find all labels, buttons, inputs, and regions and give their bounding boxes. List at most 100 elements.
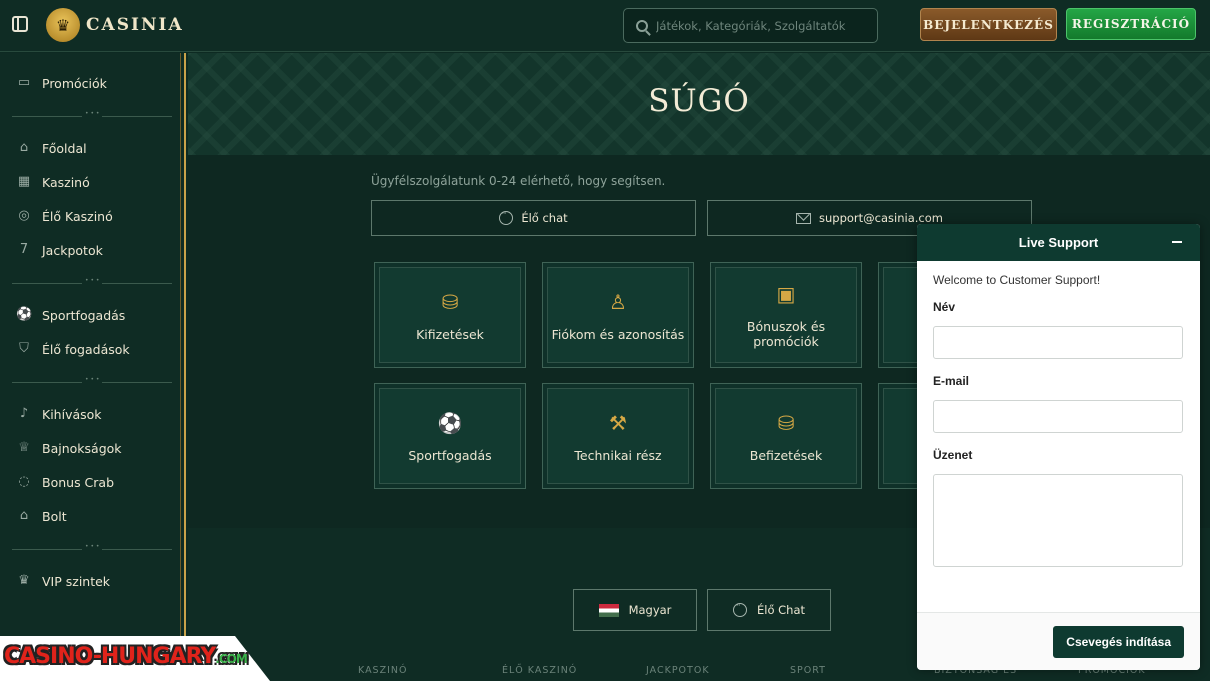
seven-icon: 7 xyxy=(19,242,29,257)
help-card-deposits[interactable]: ⛁ Befizetések xyxy=(710,383,862,489)
sidebar-divider xyxy=(12,277,172,284)
sidebar-item-label: Kaszinó xyxy=(42,174,90,190)
search-input[interactable] xyxy=(656,18,876,33)
sidebar-item-label: Bolt xyxy=(42,508,67,524)
search-box[interactable] xyxy=(623,8,878,43)
help-card-account[interactable]: ♙ Fiókom és azonosítás xyxy=(542,262,694,368)
live-chat-label: Élő chat xyxy=(521,211,568,225)
football-icon: ⚽ xyxy=(437,410,463,435)
help-card-bonuses[interactable]: ▣ Bónuszok és promóciók xyxy=(710,262,862,368)
sidebar-item-label: Bonus Crab xyxy=(42,474,115,490)
footer-live-chat-label: Élő Chat xyxy=(756,603,806,617)
watermark-logo: CASINO-HUNGARY.COM xyxy=(4,644,248,669)
hungary-flag-icon xyxy=(598,603,619,617)
sidebar-item-label: Kihívások xyxy=(42,406,102,422)
page-title: SÚGÓ xyxy=(648,83,750,119)
sidebar: ▭ Promóciók ⌂ Főoldal ▦ Kaszinó ◎ Élő Ka… xyxy=(0,53,186,681)
name-label: Név xyxy=(933,300,956,314)
help-card-technical[interactable]: ⚒ Technikai rész xyxy=(542,383,694,489)
email-field[interactable] xyxy=(933,400,1183,433)
sidebar-item-vip-levels[interactable]: ♛ VIP szintek xyxy=(16,571,110,591)
email-support-label: support@casinia.com xyxy=(819,211,943,225)
chat-bubble-icon xyxy=(732,601,747,617)
live-support-widget: Live Support Welcome to Customer Support… xyxy=(917,224,1200,670)
watermark-text: CASINO-HUNGARY xyxy=(4,644,216,669)
hero-banner: SÚGÓ xyxy=(188,53,1210,155)
gift-icon: ▭ xyxy=(17,75,31,90)
sidebar-item-jackpots[interactable]: 7 Jackpotok xyxy=(16,240,103,260)
help-card-withdrawals[interactable]: ⛁ Kifizetések xyxy=(374,262,526,368)
sidebar-item-label: Sportfogadás xyxy=(42,307,126,323)
sidebar-item-challenges[interactable]: ♪ Kihívások xyxy=(16,404,102,424)
sidebar-item-shop[interactable]: ⌂ Bolt xyxy=(16,506,67,526)
sidebar-item-label: Főoldal xyxy=(42,140,87,156)
shop-icon: ⌂ xyxy=(19,508,29,523)
chest-icon: ▣ xyxy=(776,282,796,306)
sidebar-item-label: Jackpotok xyxy=(42,242,103,258)
trophy-icon: ♕ xyxy=(18,440,30,455)
sidebar-item-label: Élő fogadások xyxy=(42,341,130,357)
sidebar-divider xyxy=(12,110,172,117)
live-support-footer: Csevegés indítása xyxy=(917,612,1200,670)
bell-icon: ♪ xyxy=(19,406,29,421)
sidebar-item-home[interactable]: ⌂ Főoldal xyxy=(16,138,87,158)
help-card-label: Befizetések xyxy=(749,447,823,463)
footer-link[interactable]: ÉLŐ KASZINÓ xyxy=(502,665,577,676)
sidebar-toggle-icon[interactable] xyxy=(12,16,28,32)
minimize-icon[interactable] xyxy=(1172,241,1182,243)
live-support-welcome: Welcome to Customer Support! xyxy=(933,273,1101,287)
footer-link[interactable]: SPORT xyxy=(790,665,826,676)
sidebar-item-label: Élő Kaszinó xyxy=(42,208,113,224)
sidebar-item-casino[interactable]: ▦ Kaszinó xyxy=(16,172,90,192)
chip-icon: ◎ xyxy=(18,208,30,223)
sidebar-item-live-bets[interactable]: ⛉ Élő fogadások xyxy=(16,339,130,359)
casino-hungary-watermark: CASINO-HUNGARY.COM xyxy=(0,636,270,681)
footer-link[interactable]: KASZINÓ xyxy=(358,665,408,676)
help-card-label: Bónuszok és promóciók xyxy=(746,319,826,349)
brand-name: CASINIA xyxy=(86,15,184,35)
help-card-label: Fiókom és azonosítás xyxy=(551,326,685,342)
sidebar-item-promotions[interactable]: ▭ Promóciók xyxy=(16,73,107,93)
sidebar-item-live-casino[interactable]: ◎ Élő Kaszinó xyxy=(16,206,113,226)
register-button[interactable]: REGISZTRÁCIÓ xyxy=(1066,8,1196,40)
help-card-label: Sportfogadás xyxy=(408,447,492,463)
start-chat-button[interactable]: Csevegés indítása xyxy=(1053,626,1184,658)
crown-emblem-icon: ♛ xyxy=(46,8,80,42)
sidebar-item-label: Bajnokságok xyxy=(42,440,122,456)
footer-link[interactable]: JACKPOTOK xyxy=(646,665,710,676)
casino-icon: ▦ xyxy=(17,174,31,189)
help-card-label: Kifizetések xyxy=(416,326,484,342)
support-intro-text: Ügyfélszolgálatunk 0-24 elérhető, hogy s… xyxy=(371,174,666,188)
email-label: E-mail xyxy=(933,374,970,388)
shield-icon: ⛉ xyxy=(19,341,29,356)
help-card-sports-betting[interactable]: ⚽ Sportfogadás xyxy=(374,383,526,489)
sidebar-divider xyxy=(12,376,172,383)
language-label: Magyar xyxy=(628,603,672,617)
live-support-title: Live Support xyxy=(1018,235,1099,250)
live-chat-button[interactable]: Élő chat xyxy=(371,200,696,236)
user-icon: ♙ xyxy=(609,289,627,314)
sidebar-item-label: VIP szintek xyxy=(42,573,111,589)
top-bar: ♛ CASINIA BEJELENTKEZÉS REGISZTRÁCIÓ xyxy=(0,0,1210,52)
sidebar-item-sports-betting[interactable]: ⚽ Sportfogadás xyxy=(16,305,125,325)
anvil-icon: ⚒ xyxy=(609,410,627,435)
message-field[interactable] xyxy=(933,474,1183,567)
mail-icon xyxy=(796,212,812,224)
name-field[interactable] xyxy=(933,326,1183,359)
language-selector[interactable]: Magyar xyxy=(573,589,697,631)
help-card-label: Technikai rész xyxy=(574,447,662,463)
search-icon xyxy=(636,19,648,32)
message-label: Üzenet xyxy=(933,448,973,462)
sidebar-item-bonus-crab[interactable]: ◌ Bonus Crab xyxy=(16,472,114,492)
brand-logo[interactable]: ♛ CASINIA xyxy=(46,8,184,42)
login-button[interactable]: BEJELENTKEZÉS xyxy=(920,8,1057,41)
sidebar-item-tournaments[interactable]: ♕ Bajnokságok xyxy=(16,438,122,458)
sidebar-item-label: Promóciók xyxy=(42,75,107,91)
watermark-domain: .COM xyxy=(215,652,248,666)
footer-live-chat-button[interactable]: Élő Chat xyxy=(707,589,831,631)
crab-icon: ◌ xyxy=(18,474,30,489)
ball-icon: ⚽ xyxy=(16,307,33,322)
chat-bubble-icon xyxy=(499,209,514,225)
live-support-header[interactable]: Live Support xyxy=(917,224,1200,261)
coins-icon: ⛁ xyxy=(441,289,459,314)
